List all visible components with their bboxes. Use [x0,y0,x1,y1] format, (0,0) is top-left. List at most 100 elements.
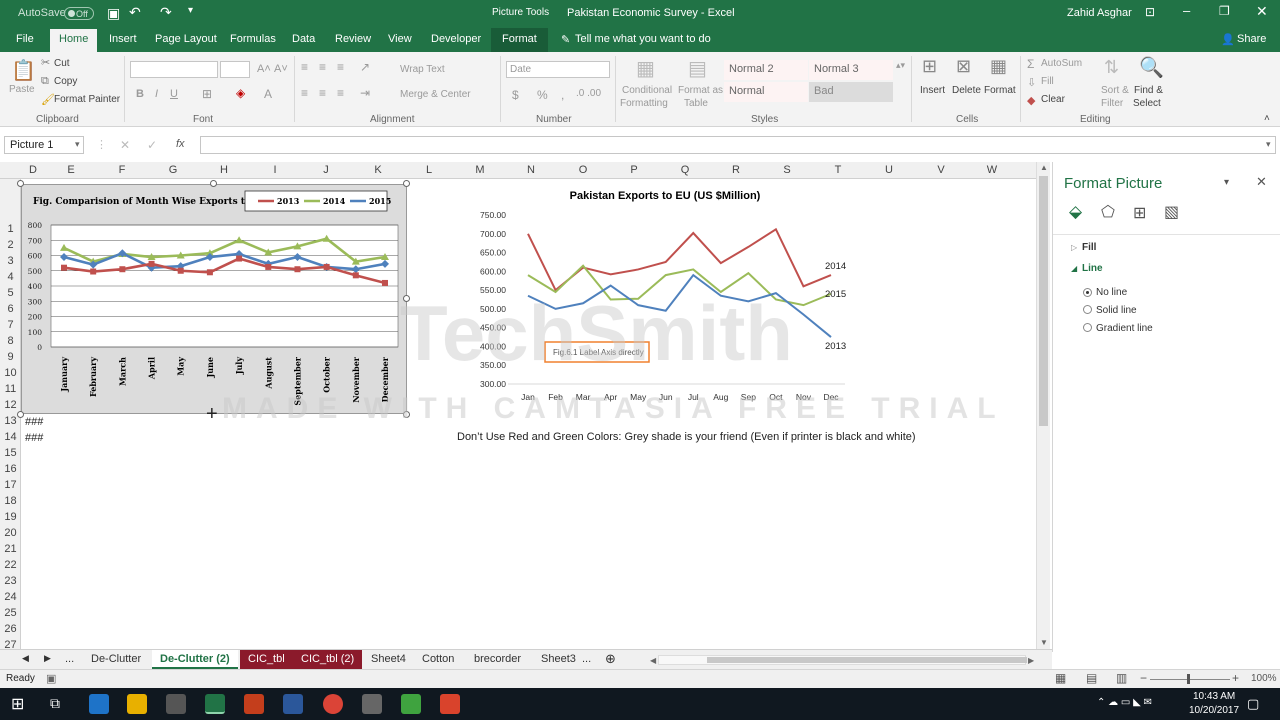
clear-button[interactable]: Clear [1041,94,1065,105]
zoom-in-icon[interactable]: + [1232,671,1239,685]
size-properties-icon[interactable]: ⊞ [1133,203,1146,223]
bold-icon[interactable]: B [136,88,144,100]
column-header-r[interactable]: R [724,164,748,176]
row-header-11[interactable]: 11 [0,383,21,395]
resize-handle[interactable] [17,180,24,187]
underline-icon[interactable]: U [170,88,178,100]
effects-icon[interactable]: ⬠ [1101,202,1115,222]
tell-me-box[interactable]: Tell me what you want to do [575,33,711,45]
scroll-down-icon[interactable]: ▼ [1040,638,1048,647]
column-header-l[interactable]: L [417,164,441,176]
merge-center-button[interactable]: Merge & Center [400,89,471,100]
column-header-d[interactable]: D [21,164,45,176]
row-header-12[interactable]: 12 [0,399,21,411]
minimize-icon[interactable]: – [1183,3,1190,18]
excel-taskbar-icon[interactable] [205,694,225,714]
line-collapse-icon[interactable]: ◢ [1071,264,1077,273]
row-header-21[interactable]: 21 [0,543,21,555]
redo-icon[interactable]: ↷ [160,4,172,21]
tab-review[interactable]: Review [335,33,371,45]
camtasia-icon[interactable] [401,694,421,714]
share-button[interactable]: Share [1237,33,1266,45]
no-line-radio[interactable] [1083,288,1092,297]
sheet-tab-sheet4[interactable]: Sheet4 [363,650,414,669]
format-as-table-button[interactable]: Format as [678,85,723,96]
tab-developer[interactable]: Developer [431,33,481,45]
column-header-f[interactable]: F [110,164,134,176]
resize-handle[interactable] [403,180,410,187]
find-select-button[interactable]: Find & [1134,85,1163,96]
row-header-4[interactable]: 4 [0,271,21,283]
column-header-o[interactable]: O [571,164,595,176]
row-header-23[interactable]: 23 [0,575,21,587]
row-header-9[interactable]: 9 [0,351,21,363]
row-header-6[interactable]: 6 [0,303,21,315]
shrink-font-icon[interactable]: A˅ [274,63,288,75]
notifications-icon[interactable]: ▢ [1247,696,1259,712]
row-header-5[interactable]: 5 [0,287,21,299]
style-bad[interactable]: Bad [809,82,893,102]
style-normal-3[interactable]: Normal 3 [809,60,893,80]
horizontal-scrollbar[interactable] [658,655,1027,665]
row-header-17[interactable]: 17 [0,479,21,491]
zoom-slider-thumb[interactable] [1187,674,1190,684]
selected-picture[interactable]: Fig. Comparision of Month Wise Exports t… [21,184,407,414]
align-right-icon[interactable]: ≡ [337,86,344,100]
row-header-20[interactable]: 20 [0,527,21,539]
currency-icon[interactable]: $ [512,88,519,102]
row-header-7[interactable]: 7 [0,319,21,331]
column-header-p[interactable]: P [622,164,646,176]
note-text[interactable]: Don’t Use Red and Green Colors: Grey sha… [457,431,916,443]
name-box[interactable]: Picture 1 [4,136,84,154]
align-middle-icon[interactable]: ≡ [319,60,326,74]
font-color-icon[interactable]: A [264,87,272,101]
gradient-line-label[interactable]: Gradient line [1096,323,1153,334]
fx-icon[interactable]: fx [176,138,185,150]
column-header-m[interactable]: M [468,164,492,176]
formula-input[interactable] [200,136,1276,154]
row-header-2[interactable]: 2 [0,239,21,251]
picture-icon[interactable]: ▧ [1164,202,1179,222]
tab-home[interactable]: Home [50,29,98,52]
column-header-q[interactable]: Q [673,164,697,176]
autosum-button[interactable]: AutoSum [1041,58,1082,69]
row-header-25[interactable]: 25 [0,607,21,619]
task-view-icon[interactable]: ⧉ [50,695,60,712]
style-normal[interactable]: Normal [724,82,808,102]
resize-handle[interactable] [17,411,24,418]
macro-record-icon[interactable]: ▣ [46,672,56,685]
column-header-h[interactable]: H [212,164,236,176]
solid-line-label[interactable]: Solid line [1096,305,1137,316]
close-icon[interactable]: ✕ [1256,3,1268,20]
file-explorer-icon[interactable] [127,694,147,714]
more-sheets-right[interactable]: ... [574,650,599,669]
tab-format[interactable]: Format [491,28,548,52]
vertical-scrollbar[interactable]: ▲ ▼ [1036,162,1050,649]
name-box-dropdown-icon[interactable]: ▾ [75,139,80,150]
column-header-i[interactable]: I [263,164,287,176]
number-format-select[interactable]: Date [506,61,610,78]
styles-scroll-icon[interactable]: ▴▾ [896,60,905,71]
row-header-22[interactable]: 22 [0,559,21,571]
insert-cells-button[interactable]: Insert [920,85,945,96]
row-header-15[interactable]: 15 [0,447,21,459]
page-break-view-icon[interactable]: ▥ [1116,671,1127,685]
fill-color-icon[interactable]: ◈ [236,86,245,100]
cell-d13[interactable]: ### [25,416,43,428]
indent-icon[interactable]: ⇥ [360,86,370,100]
row-header-18[interactable]: 18 [0,495,21,507]
tab-data[interactable]: Data [292,33,315,45]
horizontal-scroll-thumb[interactable] [707,657,1027,663]
fill-expand-icon[interactable]: ▷ [1071,243,1077,252]
tab-file[interactable]: File [16,33,34,45]
cell-d14[interactable]: ### [25,432,43,444]
ribbon-display-icon[interactable]: ⊡ [1145,5,1155,19]
customize-qat-icon[interactable]: ▾ [188,5,193,16]
row-header-8[interactable]: 8 [0,335,21,347]
recorder-icon[interactable] [440,694,460,714]
gradient-line-radio[interactable] [1083,323,1092,332]
no-line-label[interactable]: No line [1096,287,1127,298]
windows-start-icon[interactable]: ⊞ [11,694,24,714]
orientation-icon[interactable]: ↗ [360,60,370,74]
row-header-1[interactable]: 1 [0,223,21,235]
